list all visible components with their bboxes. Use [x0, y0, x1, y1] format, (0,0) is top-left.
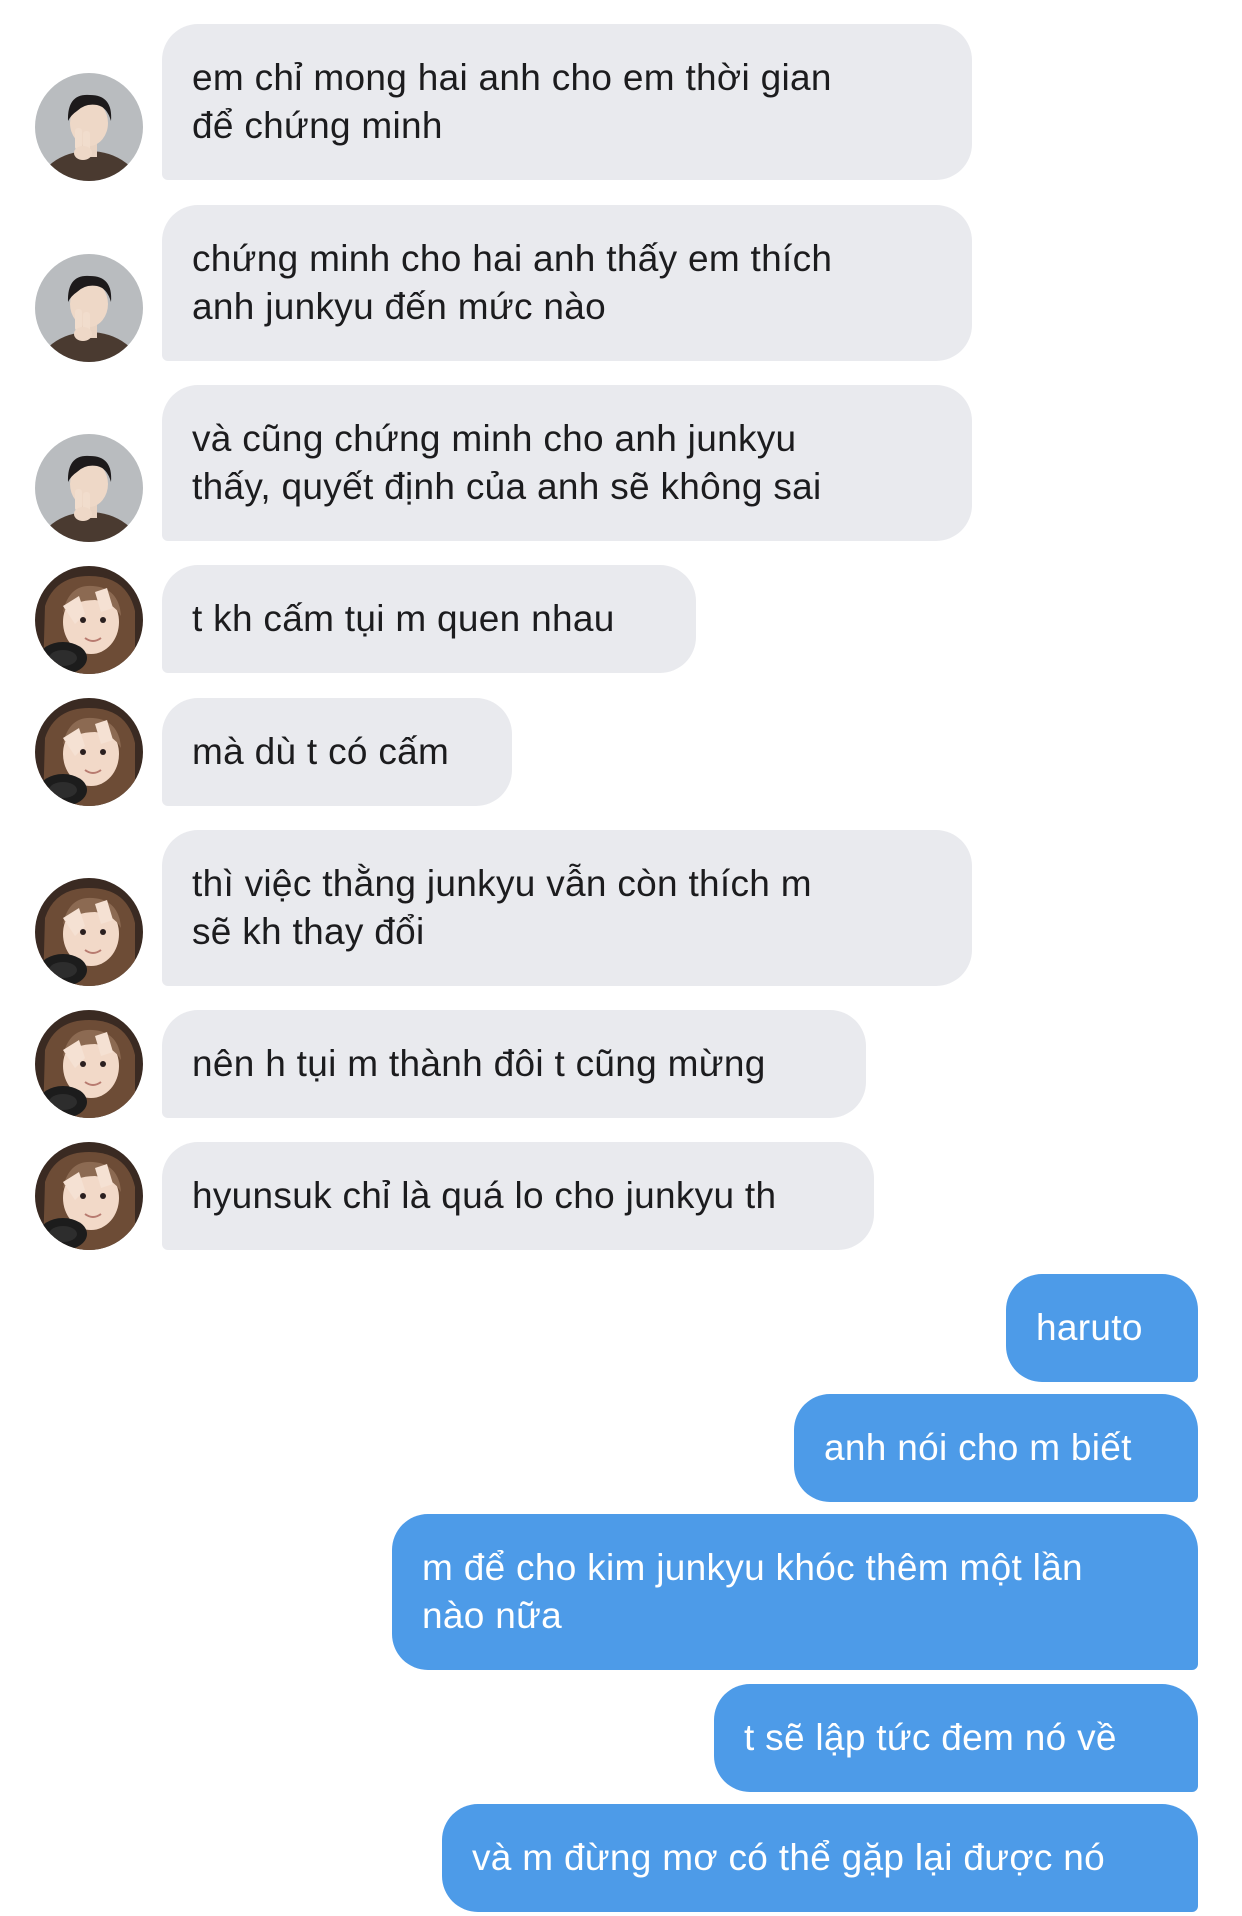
incoming-message-bubble[interactable]: thì việc thằng junkyu vẫn còn thích m sẽ… [162, 830, 972, 986]
contact-b-avatar[interactable] [35, 566, 143, 674]
incoming-message-bubble[interactable]: t kh cấm tụi m quen nhau [162, 565, 696, 673]
contact-b-avatar[interactable] [35, 1010, 143, 1118]
incoming-message-bubble[interactable]: nên h tụi m thành đôi t cũng mừng [162, 1010, 866, 1118]
contact-a-avatar[interactable] [35, 73, 143, 181]
incoming-message-bubble[interactable]: hyunsuk chỉ là quá lo cho junkyu th [162, 1142, 874, 1250]
outgoing-message-bubble[interactable]: anh nói cho m biết [794, 1394, 1198, 1502]
outgoing-message-bubble[interactable]: m để cho kim junkyu khóc thêm một lần nà… [392, 1514, 1198, 1670]
contact-b-avatar[interactable] [35, 1142, 143, 1250]
outgoing-message-bubble[interactable]: t sẽ lập tức đem nó về [714, 1684, 1198, 1792]
contact-a-avatar[interactable] [35, 434, 143, 542]
contact-b-avatar[interactable] [35, 698, 143, 806]
incoming-message-bubble[interactable]: mà dù t có cấm [162, 698, 512, 806]
contact-b-avatar[interactable] [35, 878, 143, 986]
incoming-message-bubble[interactable]: và cũng chứng minh cho anh junkyu thấy, … [162, 385, 972, 541]
contact-a-avatar[interactable] [35, 254, 143, 362]
incoming-message-bubble[interactable]: em chỉ mong hai anh cho em thời gian để … [162, 24, 972, 180]
outgoing-message-bubble[interactable]: và m đừng mơ có thể gặp lại được nó [442, 1804, 1198, 1912]
chat-screen: { "conversation": { "incoming": [ { "sen… [0, 0, 1242, 1916]
outgoing-message-bubble[interactable]: haruto [1006, 1274, 1198, 1382]
incoming-message-bubble[interactable]: chứng minh cho hai anh thấy em thích anh… [162, 205, 972, 361]
